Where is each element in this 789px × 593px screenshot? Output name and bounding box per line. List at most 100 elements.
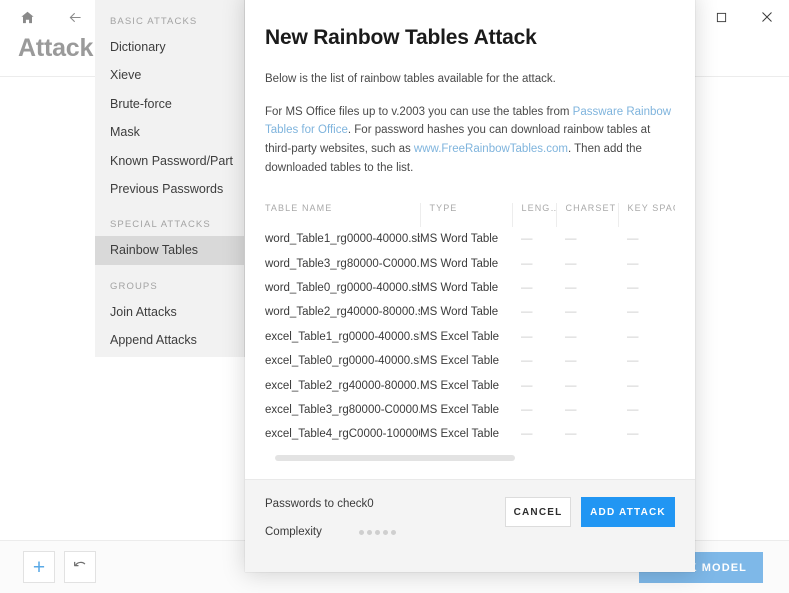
column-label: TABLE NAME bbox=[265, 203, 333, 214]
complexity-label: Complexity bbox=[265, 526, 322, 538]
maximize-icon[interactable] bbox=[699, 0, 744, 34]
cell-type: MS Excel Table bbox=[420, 428, 500, 441]
sidebar-item-known-password-part[interactable]: Known Password/Part bbox=[95, 147, 244, 175]
add-attack-icon-button[interactable]: + bbox=[23, 551, 55, 583]
cell-table-name: word_Table1_rg0000-40000.sbtb bbox=[265, 233, 420, 246]
arrow-left-icon[interactable] bbox=[62, 4, 88, 30]
cell-charset: — bbox=[565, 233, 577, 246]
complexity-dot bbox=[375, 529, 380, 535]
dialog-footer-buttons: CANCEL ADD ATTACK bbox=[505, 497, 675, 527]
desc-text-part1: For MS Office files up to v.2003 you can… bbox=[265, 105, 573, 118]
plus-icon: + bbox=[32, 555, 46, 579]
cell-type: MS Excel Table bbox=[420, 403, 500, 416]
scrollbar-thumb[interactable] bbox=[275, 454, 515, 461]
attack-type-sidebar: BASIC ATTACKS Dictionary Xieve Brute-for… bbox=[95, 0, 245, 357]
table-row[interactable]: word_Table3_rg80000-C0000.s… MS Word Tab… bbox=[265, 252, 675, 276]
sidebar-item-previous-passwords[interactable]: Previous Passwords bbox=[95, 175, 244, 203]
cancel-button[interactable]: CANCEL bbox=[505, 497, 571, 527]
cell-length: — bbox=[521, 330, 533, 343]
cell-key-space: — bbox=[627, 428, 639, 441]
table-row[interactable]: word_Table0_rg0000-40000.sbtb MS Word Ta… bbox=[265, 276, 675, 300]
dialog-description-line1: Below is the list of rainbow tables avai… bbox=[265, 73, 556, 85]
cell-key-space: — bbox=[627, 306, 639, 319]
screen-root: Attack S + CK MODEL BASIC ATTACKS Dictio… bbox=[0, 0, 789, 593]
cell-charset: — bbox=[565, 330, 577, 343]
complexity-dot bbox=[383, 529, 388, 535]
passwords-to-check-label: Passwords to check bbox=[265, 498, 368, 510]
cell-charset: — bbox=[565, 428, 577, 441]
cell-length: — bbox=[521, 233, 533, 246]
cell-key-space: — bbox=[627, 257, 639, 270]
cell-table-name: excel_Table3_rg80000-C0000.s… bbox=[265, 403, 420, 416]
cell-type: MS Excel Table bbox=[420, 330, 500, 343]
cell-charset: — bbox=[565, 403, 577, 416]
table-row[interactable]: word_Table2_rg40000-80000.sb… MS Word Ta… bbox=[265, 300, 675, 324]
column-label: TYPE bbox=[429, 203, 458, 214]
new-rainbow-tables-attack-dialog: New Rainbow Tables Attack Below is the l… bbox=[245, 0, 695, 572]
complexity-meter bbox=[359, 529, 396, 535]
sidebar-item-dictionary[interactable]: Dictionary bbox=[95, 33, 244, 61]
sidebar-item-brute-force[interactable]: Brute-force bbox=[95, 90, 244, 118]
cell-charset: — bbox=[565, 355, 577, 368]
cell-length: — bbox=[521, 403, 533, 416]
cell-key-space: — bbox=[627, 379, 639, 392]
undo-button[interactable] bbox=[64, 551, 96, 583]
column-header-length[interactable]: LENG… bbox=[512, 203, 557, 228]
rainbow-tables-list: TABLE NAME TYPE LENG… CHARSET KEY SPACE … bbox=[265, 203, 675, 461]
sidebar-item-rainbow-tables[interactable]: Rainbow Tables bbox=[95, 236, 244, 265]
cell-charset: — bbox=[565, 257, 577, 270]
sidebar-group-title-special: SPECIAL ATTACKS bbox=[110, 219, 211, 231]
cell-type: MS Excel Table bbox=[420, 379, 500, 392]
cell-table-name: excel_Table4_rgC0000-100000.s… bbox=[265, 428, 420, 441]
table-header: TABLE NAME TYPE LENG… CHARSET KEY SPACE bbox=[265, 203, 676, 228]
close-icon[interactable] bbox=[744, 0, 789, 34]
column-header-charset[interactable]: CHARSET bbox=[556, 203, 619, 228]
cell-type: MS Word Table bbox=[420, 306, 499, 319]
cell-length: — bbox=[521, 428, 533, 441]
cell-length: — bbox=[521, 282, 533, 295]
complexity-dot bbox=[367, 529, 372, 535]
column-header-table-name[interactable]: TABLE NAME bbox=[265, 203, 421, 228]
cell-table-name: word_Table0_rg0000-40000.sbtb bbox=[265, 282, 420, 295]
column-header-key-space[interactable]: KEY SPACE bbox=[618, 203, 676, 227]
dialog-footer: Passwords to check 0 Complexity CANCEL A… bbox=[245, 479, 695, 572]
dialog-title: New Rainbow Tables Attack bbox=[265, 26, 537, 49]
table-row[interactable]: word_Table1_rg0000-40000.sbtb MS Word Ta… bbox=[265, 227, 675, 251]
table-row[interactable]: excel_Table1_rg0000-40000.sbtb MS Excel … bbox=[265, 325, 675, 349]
add-attack-button[interactable]: ADD ATTACK bbox=[581, 497, 675, 527]
table-row[interactable]: excel_Table4_rgC0000-100000.s… MS Excel … bbox=[265, 422, 675, 446]
dialog-description-line2: For MS Office files up to v.2003 you can… bbox=[265, 103, 675, 178]
free-rainbow-tables-link[interactable]: www.FreeRainbowTables.com bbox=[414, 143, 568, 155]
table-row[interactable]: excel_Table2_rg40000-80000.sb… MS Excel … bbox=[265, 373, 675, 397]
cell-table-name: word_Table2_rg40000-80000.sb… bbox=[265, 306, 420, 319]
cell-length: — bbox=[521, 355, 533, 368]
column-label: KEY SPACE bbox=[627, 203, 676, 214]
table-header-row: TABLE NAME TYPE LENG… CHARSET KEY SPACE bbox=[265, 203, 676, 228]
table-horizontal-scrollbar[interactable] bbox=[265, 454, 675, 461]
column-header-type[interactable]: TYPE bbox=[420, 203, 513, 228]
cell-table-name: excel_Table0_rg0000-40000.sbtb bbox=[265, 355, 420, 368]
cell-table-name: excel_Table2_rg40000-80000.sb… bbox=[265, 379, 420, 392]
cell-type: MS Word Table bbox=[420, 233, 499, 246]
cell-length: — bbox=[521, 306, 533, 319]
passwords-to-check-value: 0 bbox=[367, 498, 374, 510]
sidebar-item-join-attacks[interactable]: Join Attacks bbox=[95, 298, 244, 326]
cell-key-space: — bbox=[627, 330, 639, 343]
sidebar-item-append-attacks[interactable]: Append Attacks bbox=[95, 326, 244, 354]
column-label: CHARSET bbox=[565, 203, 617, 214]
complexity-dot bbox=[391, 529, 396, 535]
rainbow-tables-table: TABLE NAME TYPE LENG… CHARSET KEY SPACE … bbox=[265, 203, 675, 446]
table-row[interactable]: excel_Table0_rg0000-40000.sbtb MS Excel … bbox=[265, 349, 675, 373]
sidebar-item-xieve[interactable]: Xieve bbox=[95, 61, 244, 89]
sidebar-item-mask[interactable]: Mask bbox=[95, 118, 244, 146]
cell-type: MS Word Table bbox=[420, 282, 499, 295]
table-row[interactable]: excel_Table3_rg80000-C0000.s… MS Excel T… bbox=[265, 398, 675, 422]
cell-table-name: word_Table3_rg80000-C0000.s… bbox=[265, 257, 420, 270]
complexity-dot bbox=[359, 529, 364, 535]
cell-length: — bbox=[521, 379, 533, 392]
sidebar-group-title-groups: GROUPS bbox=[110, 280, 158, 292]
dialog-body: New Rainbow Tables Attack Below is the l… bbox=[245, 0, 695, 479]
cell-key-space: — bbox=[627, 233, 639, 246]
home-icon[interactable] bbox=[14, 4, 40, 30]
